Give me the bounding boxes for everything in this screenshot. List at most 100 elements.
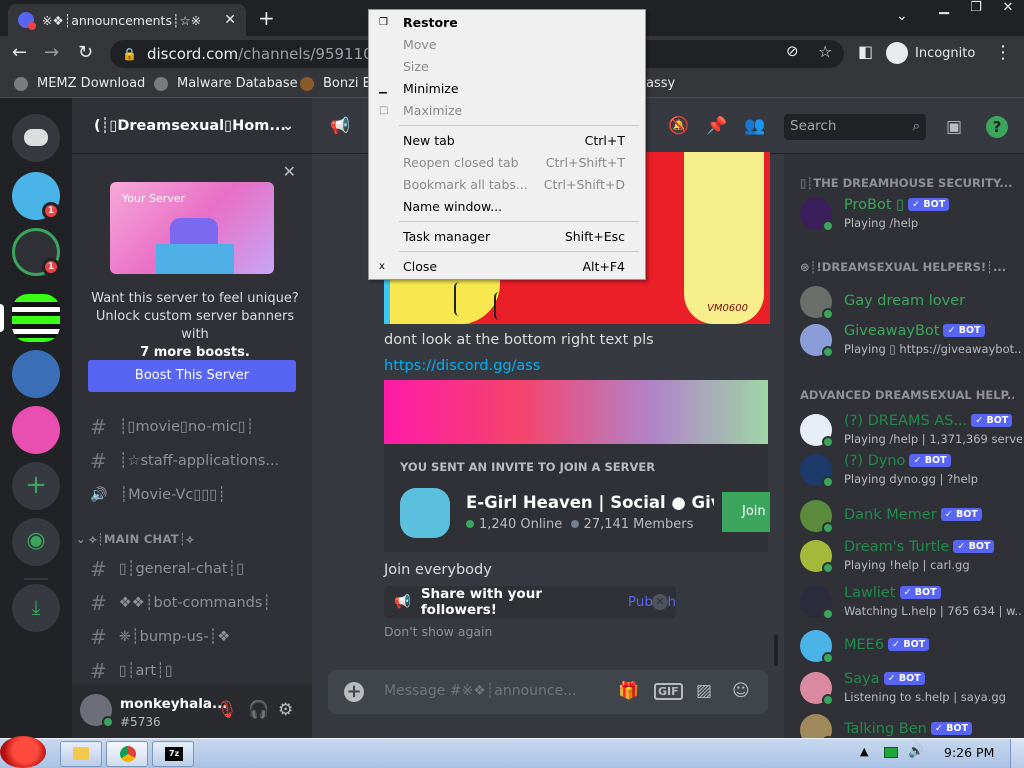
menu-item-close[interactable]: x Close Alt+F4 — [369, 256, 645, 278]
member-row[interactable]: (?) Dyno ✓ BOT Playing dyno.gg | ?help — [800, 450, 1024, 492]
member-row[interactable]: Dank Memer ✓ BOT — [800, 496, 1024, 538]
server-icon-dreamhouse[interactable] — [12, 294, 60, 342]
boost-server-button[interactable]: Boost This Server — [88, 360, 296, 392]
gift-icon[interactable]: 🎁 — [618, 681, 639, 701]
volume-icon[interactable]: 🔊 — [908, 744, 924, 759]
tab-search-chevron-icon[interactable]: ⌄ — [896, 8, 908, 24]
inbox-icon[interactable]: ▣ — [946, 117, 962, 137]
channel-movie-vc[interactable]: 🔊 ┊Movie-Vc▯▯▯┊ — [80, 480, 304, 510]
explore-compass-icon[interactable]: ◉ — [12, 518, 60, 566]
window-close-button[interactable]: ✕ — [992, 0, 1024, 20]
taskbar-explorer-button[interactable] — [60, 741, 102, 767]
menu-separator — [399, 125, 639, 126]
member-row[interactable]: Gay dream lover — [800, 282, 1024, 324]
pin-icon[interactable]: 📌 — [706, 116, 727, 136]
channel-movie[interactable]: # ┊▯movie▯no-mic▯┊ — [80, 412, 304, 442]
member-name: Saya ✓ BOT — [844, 671, 925, 687]
join-button[interactable]: Join — [722, 492, 770, 532]
window-minimize-button[interactable]: ▁ — [928, 0, 960, 20]
menu-item-new-tab[interactable]: New tab Ctrl+T — [369, 130, 645, 152]
discord-home-icon[interactable] — [12, 114, 60, 162]
member-row[interactable]: Saya ✓ BOT Listening to s.help | saya.gg — [800, 668, 1024, 710]
member-row[interactable]: Lawliet ✓ BOT Watching L.help | 765 634 | … — [800, 582, 1024, 624]
incognito-indicator[interactable]: Incognito — [886, 40, 975, 66]
mute-bell-icon[interactable]: 🔕 — [668, 116, 689, 136]
menu-item-label: Move — [403, 37, 437, 52]
message-text: Join everybody — [384, 562, 492, 578]
eye-slash-icon[interactable]: ⊘ — [786, 42, 799, 60]
online-status-icon — [822, 346, 834, 358]
reload-icon[interactable]: ↻ — [78, 42, 93, 63]
member-row[interactable]: Dream's Turtle ✓ BOT Playing !help | carl.… — [800, 536, 1024, 578]
member-row[interactable]: (?) DREAMS AS... ✓ BOT Playing /help | 1,3… — [800, 410, 1024, 452]
category-main-chat[interactable]: ⌄ ⟡┊MAIN CHAT┊⟡ — [76, 532, 194, 547]
back-arrow-icon[interactable]: ← — [12, 42, 27, 63]
bookmark-assy[interactable]: assy — [646, 76, 675, 91]
menu-item-restore[interactable]: ❐ Restore — [369, 12, 645, 34]
dont-show-again-link[interactable]: Don't show again — [384, 624, 492, 639]
start-button-angry-bird-icon[interactable] — [0, 736, 46, 768]
side-panel-icon[interactable]: ◧ — [858, 42, 873, 61]
taskbar-chrome-button[interactable] — [106, 741, 148, 767]
member-activity: Playing !help | carl.gg — [844, 558, 970, 572]
window-restore-button[interactable]: ❐ — [960, 0, 992, 20]
upload-plus-icon[interactable]: + — [344, 682, 364, 702]
help-icon[interactable]: ? — [986, 116, 1008, 138]
invite-members: 27,141 Members — [583, 517, 694, 532]
server-icon-penguin[interactable] — [12, 406, 60, 454]
taskbar-clock[interactable]: 9:26 PM — [944, 745, 994, 760]
download-apps-icon[interactable]: ⤓ — [12, 584, 60, 632]
emoji-icon[interactable]: ☺ — [732, 681, 750, 701]
bookmark-memz[interactable]: MEMZ Download — [14, 76, 145, 91]
headphones-icon[interactable]: 🎧 — [248, 700, 269, 720]
discord-favicon-icon — [18, 12, 36, 30]
close-tab-icon[interactable]: ✕ — [224, 12, 236, 28]
show-desktop-button[interactable] — [1010, 739, 1024, 768]
channel-art[interactable]: # ▯┊art┊▯ — [80, 656, 304, 686]
gif-icon[interactable]: GIF — [654, 683, 683, 700]
selected-pill — [0, 304, 4, 332]
menu-item-maximize: □ Maximize — [369, 100, 645, 122]
invite-server-name[interactable]: E-Girl Heaven | Social ● Giveaw — [466, 493, 714, 512]
mic-muted-icon[interactable]: 🎙 — [216, 700, 238, 720]
new-tab-button[interactable]: + — [258, 6, 275, 30]
message-composer[interactable]: + Message #※❖┊announce... 🎁 GIF ▨ ☺ — [328, 670, 768, 714]
server-icon-anime[interactable] — [12, 350, 60, 398]
browser-tab[interactable]: ※❖┊announcements┊☆※ ✕ — [8, 4, 246, 36]
member-row[interactable]: ProBot ▯ ✓ BOT Playing /help — [800, 194, 1024, 236]
member-list-icon[interactable]: 👥 — [744, 116, 765, 136]
channel-general-chat[interactable]: # ▯┊general-chat┊▯ — [80, 554, 304, 584]
member-row[interactable]: MEE6 ✓ BOT — [800, 626, 1024, 668]
message-link[interactable]: https://discord.gg/ass — [384, 358, 540, 374]
member-name: Gay dream lover — [844, 293, 965, 309]
channel-staff-applications[interactable]: # ┊☆staff-applications... — [80, 446, 304, 476]
server-header[interactable]: (┊▯Dreamsexual▯Hom... ⌄ — [72, 98, 312, 154]
bookmark-bonzi[interactable]: Bonzi B — [300, 76, 372, 91]
message-text: dont look at the bottom right text pls — [384, 332, 654, 348]
taskbar-7zip-button[interactable]: 7z — [152, 741, 194, 767]
star-bookmark-icon[interactable]: ☆ — [818, 42, 832, 61]
forward-arrow-icon[interactable]: → — [44, 42, 59, 63]
share-text: Share with your followers! — [420, 586, 542, 618]
chrome-icon — [120, 746, 136, 762]
bookmark-malware-db[interactable]: Malware Database — [154, 76, 298, 91]
close-promo-icon[interactable]: ✕ — [283, 162, 296, 181]
more-menu-icon[interactable]: ⋮ — [994, 42, 1012, 63]
menu-item-task-manager[interactable]: Task manager Shift+Esc — [369, 226, 645, 248]
incognito-icon — [886, 42, 908, 64]
sticker-icon[interactable]: ▨ — [696, 681, 712, 701]
dismiss-icon[interactable]: ✕ — [652, 594, 668, 610]
menu-item-move: Move — [369, 34, 645, 56]
search-input[interactable]: Search ⌕ — [784, 114, 926, 140]
member-row[interactable]: GiveawayBot ✓ BOT Playing ▯ https://giveaw… — [800, 320, 1024, 362]
tray-arrow-icon[interactable]: ▲ — [860, 745, 868, 758]
menu-item-name-window[interactable]: Name window... — [369, 196, 645, 218]
menu-item-minimize[interactable]: ▁ Minimize — [369, 78, 645, 100]
channel-bot-commands[interactable]: # ❖❖┊bot-commands┊ — [80, 588, 304, 618]
scrollbar-thumb[interactable] — [774, 634, 778, 666]
settings-gear-icon[interactable]: ⚙ — [278, 700, 293, 720]
globe-icon — [154, 76, 168, 91]
add-server-icon[interactable]: + — [12, 462, 60, 510]
channel-bump-us[interactable]: # ❈┊bump-us-┊❖ — [80, 622, 304, 652]
network-icon[interactable] — [884, 747, 898, 758]
